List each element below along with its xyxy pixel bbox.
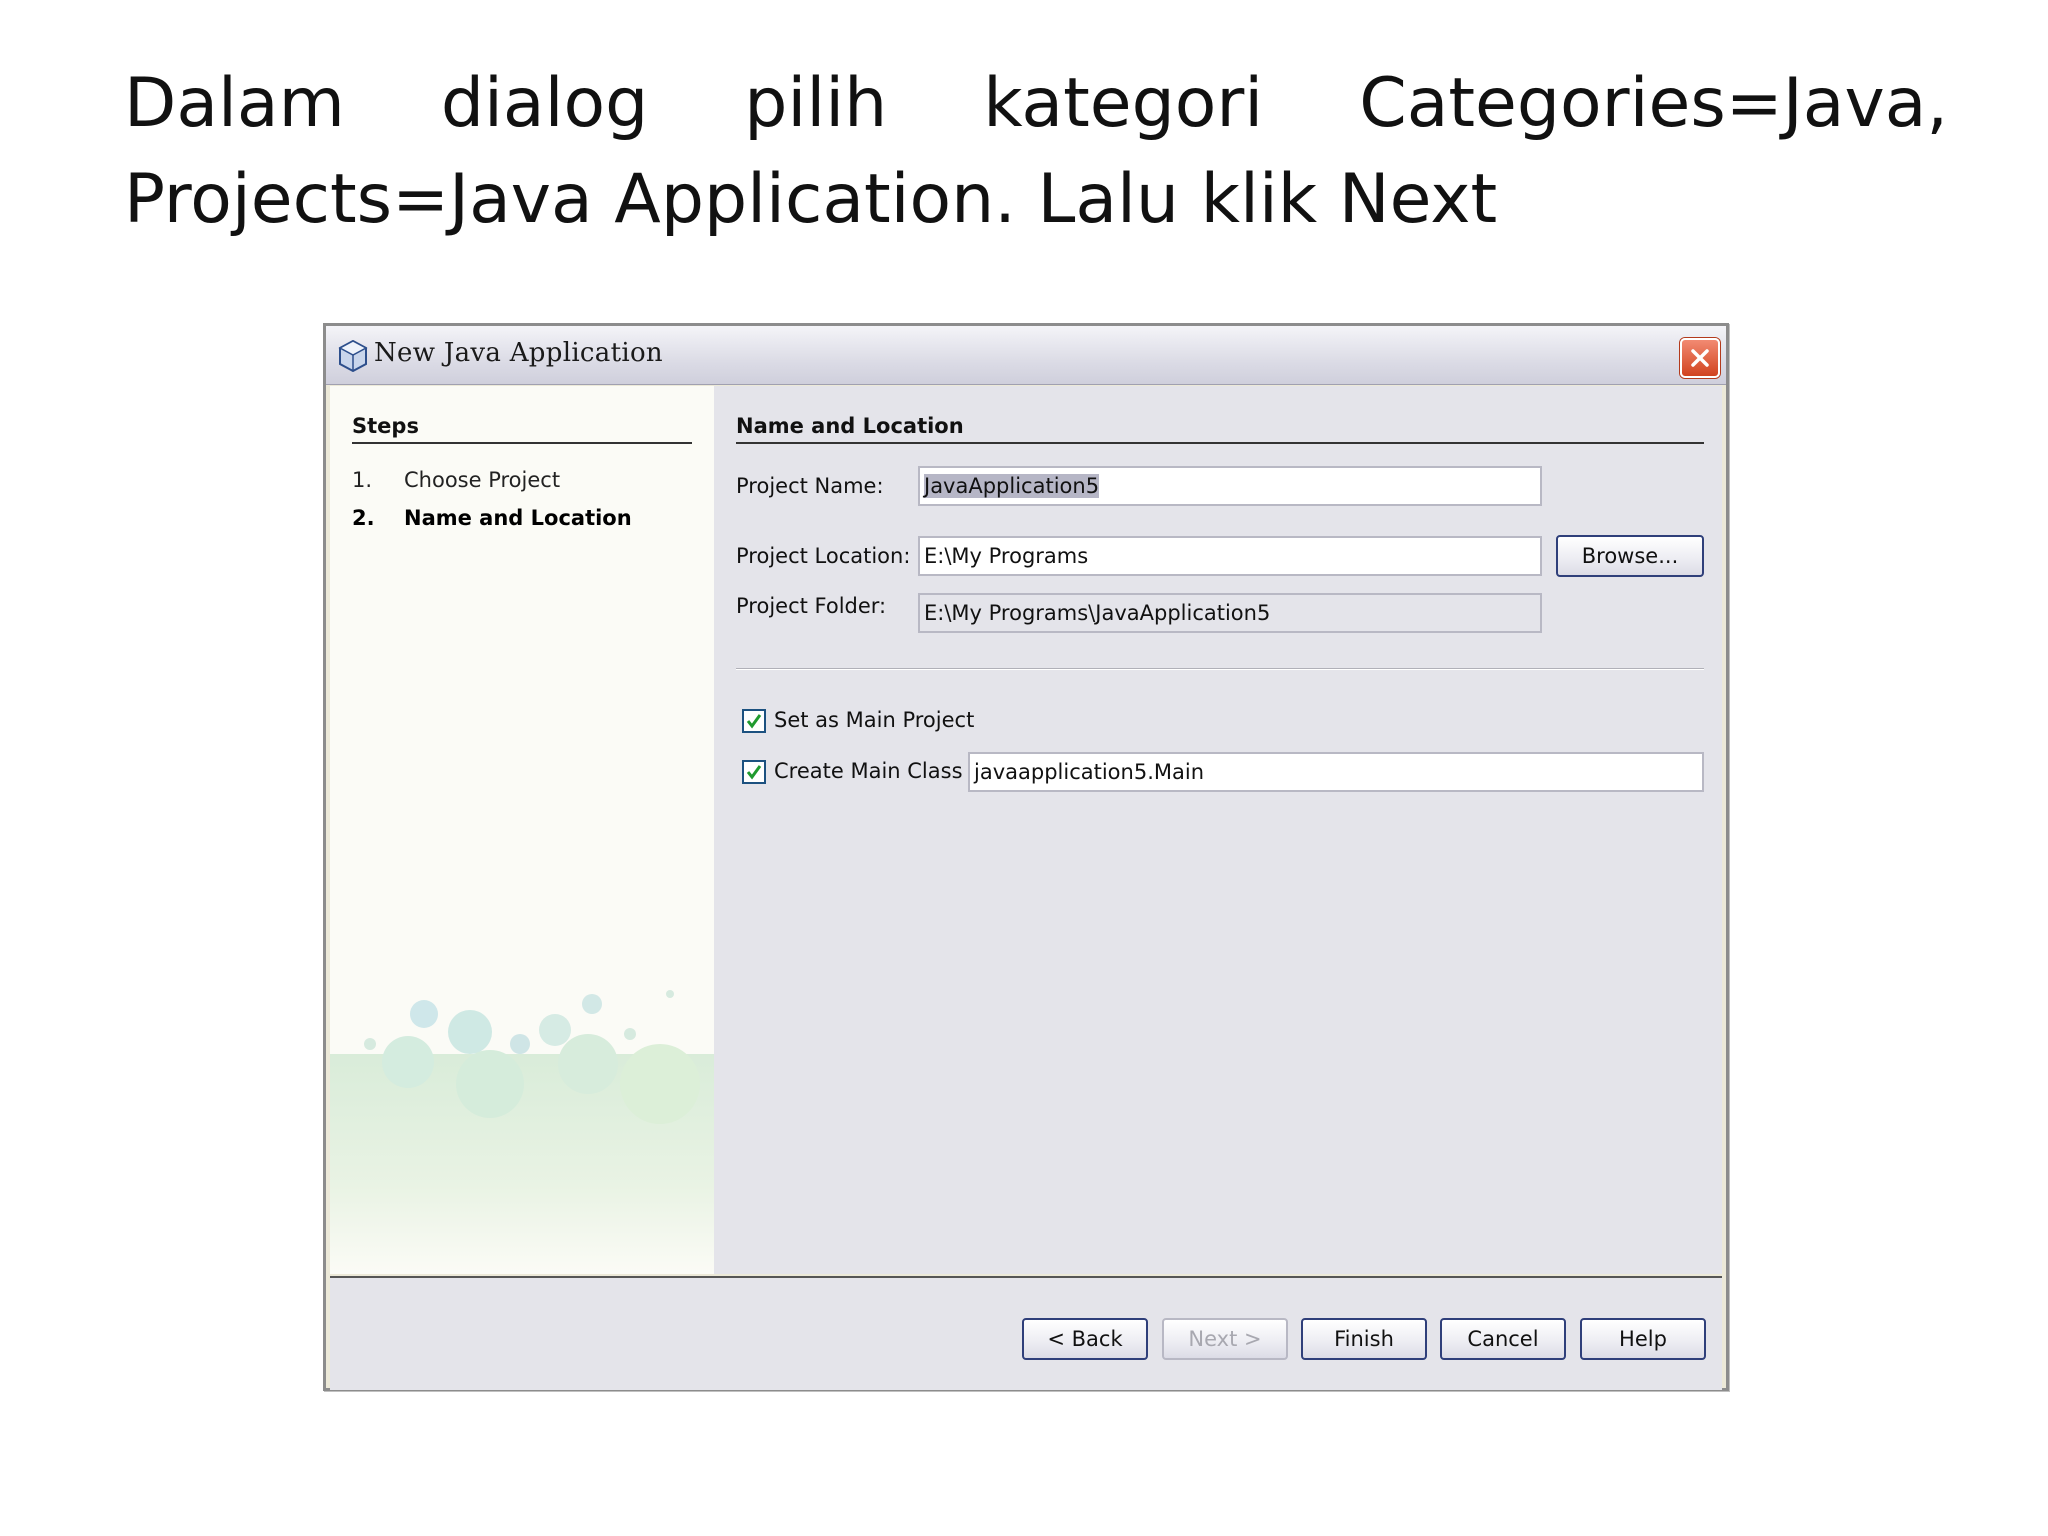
- browse-button[interactable]: Browse...: [1556, 535, 1704, 577]
- project-name-value: JavaApplication5: [924, 474, 1100, 498]
- dialog-content: Steps 1. Choose Project 2. Name and Locati…: [330, 386, 1722, 1274]
- next-button[interactable]: Next >: [1162, 1318, 1288, 1360]
- step-name-and-location: 2. Name and Location: [352, 506, 632, 530]
- project-location-field[interactable]: E:\My Programs: [918, 536, 1542, 576]
- project-name-field[interactable]: JavaApplication5: [918, 466, 1542, 506]
- main-class-field[interactable]: javaapplication5.Main: [968, 752, 1704, 792]
- project-folder-label: Project Folder:: [736, 594, 887, 618]
- slide-word: Dalam: [124, 64, 345, 143]
- step-choose-project: 1. Choose Project: [352, 468, 560, 492]
- dialog-title: New Java Application: [374, 338, 663, 368]
- slide-word: kategori: [983, 64, 1264, 143]
- section-heading: Name and Location: [736, 414, 1704, 444]
- project-folder-field: E:\My Programs\JavaApplication5: [918, 593, 1542, 633]
- close-icon: [1691, 349, 1709, 367]
- project-location-label: Project Location:: [736, 544, 911, 568]
- step-number: 1.: [352, 468, 373, 492]
- close-button[interactable]: [1680, 338, 1720, 378]
- project-name-label: Project Name:: [736, 474, 884, 498]
- step-label: Choose Project: [404, 468, 561, 492]
- steps-panel: Steps 1. Choose Project 2. Name and Locati…: [330, 386, 714, 1274]
- slide-text: Dalam dialog pilih kategori Categories=J…: [124, 56, 1948, 248]
- slide-text-line2: Projects=Java Application. Lalu klik Nex…: [124, 160, 1498, 239]
- set-main-project-checkbox[interactable]: [742, 709, 766, 733]
- button-bar: < Back Next > Finish Cancel Help: [330, 1276, 1722, 1390]
- bubbles-decoration: [330, 990, 714, 1274]
- netbeans-cube-icon: [338, 340, 368, 372]
- create-main-class-label[interactable]: Create Main Class: [774, 759, 963, 783]
- checkmark-icon: [746, 765, 762, 780]
- slide-word: Categories=Java,: [1359, 64, 1948, 143]
- set-main-project-label[interactable]: Set as Main Project: [774, 708, 974, 732]
- new-java-application-dialog: New Java Application Steps 1. Choose Pro…: [323, 323, 1729, 1391]
- finish-button[interactable]: Finish: [1301, 1318, 1427, 1360]
- step-number: 2.: [352, 506, 375, 530]
- slide-text-line1: Dalam dialog pilih kategori Categories=J…: [124, 56, 1948, 152]
- separator: [736, 668, 1704, 670]
- title-bar[interactable]: New Java Application: [326, 326, 1726, 385]
- slide-word: pilih: [744, 64, 888, 143]
- name-location-panel: Name and Location Project Name: JavaAppl…: [736, 386, 1704, 1274]
- steps-heading: Steps: [352, 414, 692, 444]
- slide-word: dialog: [440, 64, 649, 143]
- create-main-class-checkbox[interactable]: [742, 760, 766, 784]
- back-button[interactable]: < Back: [1022, 1318, 1148, 1360]
- help-button[interactable]: Help: [1580, 1318, 1706, 1360]
- checkmark-icon: [746, 714, 762, 729]
- cancel-button[interactable]: Cancel: [1440, 1318, 1566, 1360]
- step-label: Name and Location: [404, 506, 632, 530]
